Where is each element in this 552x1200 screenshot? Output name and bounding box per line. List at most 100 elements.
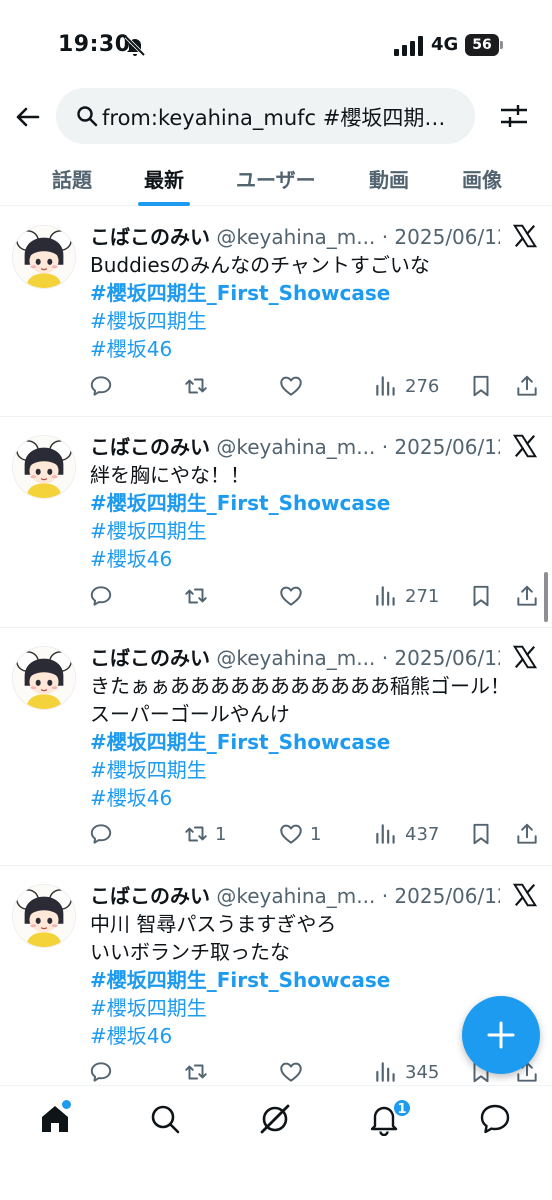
tweet-text: きたぁぁあああああああああああ稲熊ゴール！ スーパーゴールやんけ #櫻坂四期生_… bbox=[90, 672, 530, 812]
tweet-text: Buddiesのみんなのチャントすごいな #櫻坂四期生_First_Showca… bbox=[90, 251, 530, 363]
tweet-actions: 345 bbox=[0, 1057, 552, 1087]
retweet-button[interactable]: 1 bbox=[183, 819, 226, 849]
tweet-card[interactable]: こばこのみい @keyahina_m... · 2025/06/12 きたぁぁあ… bbox=[0, 628, 552, 866]
author-handle[interactable]: @keyahina_m... bbox=[216, 646, 375, 670]
retweet-button[interactable] bbox=[183, 581, 215, 611]
views-button[interactable]: 271 bbox=[373, 581, 439, 611]
like-icon bbox=[278, 821, 304, 847]
tab-latest[interactable]: 最新 bbox=[144, 164, 184, 193]
hashtag-link[interactable]: #櫻坂四期生_First_Showcase bbox=[90, 728, 530, 756]
tweet-date[interactable]: 2025/06/12 bbox=[394, 884, 500, 908]
avatar[interactable] bbox=[12, 884, 76, 948]
retweet-button[interactable] bbox=[183, 1057, 215, 1087]
share-icon bbox=[514, 583, 540, 609]
like-count: 1 bbox=[310, 823, 322, 845]
hashtag-link[interactable]: #櫻坂四期生 bbox=[90, 307, 530, 335]
author-name[interactable]: こばこのみい bbox=[90, 646, 210, 670]
views-icon bbox=[373, 583, 399, 609]
tab-images[interactable]: 画像 bbox=[462, 164, 502, 193]
views-button[interactable]: 276 bbox=[373, 371, 439, 401]
nav-explore[interactable] bbox=[148, 1102, 182, 1136]
hashtag-link[interactable]: #櫻坂四期生_First_Showcase bbox=[90, 279, 530, 307]
grok-icon bbox=[260, 1104, 290, 1134]
author-name[interactable]: こばこのみい bbox=[90, 435, 210, 459]
explore-icon bbox=[151, 1105, 180, 1134]
x-logo-icon bbox=[512, 644, 538, 670]
author-handle[interactable]: @keyahina_m... bbox=[216, 225, 375, 249]
compose-icon bbox=[487, 1021, 515, 1049]
tweet-header: こばこのみい @keyahina_m... · 2025/06/12 bbox=[90, 880, 500, 908]
search-query: from:keyahina_mufc #櫻坂四期… bbox=[102, 106, 446, 130]
reply-button[interactable] bbox=[88, 371, 120, 401]
bookmark-button[interactable] bbox=[468, 581, 494, 611]
like-button[interactable]: 1 bbox=[278, 819, 321, 849]
hashtag-link[interactable]: #櫻坂四期生_First_Showcase bbox=[90, 966, 530, 994]
hashtag-link[interactable]: #櫻坂四期生_First_Showcase bbox=[90, 489, 530, 517]
author-name[interactable]: こばこのみい bbox=[90, 225, 210, 249]
tab-top[interactable]: 話題 bbox=[52, 164, 92, 193]
separator-dot: · bbox=[381, 435, 389, 459]
retweet-button[interactable] bbox=[183, 371, 215, 401]
back-arrow-icon[interactable] bbox=[12, 101, 44, 133]
views-button[interactable]: 345 bbox=[373, 1057, 439, 1087]
like-button[interactable] bbox=[278, 371, 310, 401]
home-unread-dot bbox=[62, 1100, 71, 1109]
views-button[interactable]: 437 bbox=[373, 819, 439, 849]
avatar[interactable] bbox=[12, 646, 76, 710]
share-icon bbox=[514, 373, 540, 399]
view-count: 437 bbox=[405, 823, 440, 845]
share-button[interactable] bbox=[514, 819, 540, 849]
hashtag-link[interactable]: #櫻坂46 bbox=[90, 784, 530, 812]
tweet-card[interactable]: こばこのみい @keyahina_m... · 2025/06/12 絆を胸にや… bbox=[0, 417, 552, 628]
messages-icon bbox=[480, 1104, 510, 1134]
nav-grok[interactable] bbox=[258, 1102, 292, 1136]
tweet-date[interactable]: 2025/06/12 bbox=[394, 225, 500, 249]
tweet-line: 絆を胸にやな！！ bbox=[90, 463, 250, 487]
scrollbar[interactable] bbox=[544, 572, 548, 622]
notification-badge: 1 bbox=[392, 1098, 412, 1118]
reply-button[interactable] bbox=[88, 581, 120, 611]
reply-icon bbox=[88, 373, 114, 399]
hashtag-link[interactable]: #櫻坂46 bbox=[90, 545, 530, 573]
avatar[interactable] bbox=[12, 225, 76, 289]
hashtag-link[interactable]: #櫻坂四期生 bbox=[90, 994, 530, 1022]
tweet-line: きたぁぁあああああああああああ稲熊ゴール！ bbox=[90, 674, 510, 698]
tab-people[interactable]: ユーザー bbox=[236, 164, 316, 193]
hashtag-link[interactable]: #櫻坂四期生 bbox=[90, 756, 530, 784]
hashtag-link[interactable]: #櫻坂四期生 bbox=[90, 517, 530, 545]
avatar[interactable] bbox=[12, 435, 76, 499]
reply-button[interactable] bbox=[88, 1057, 120, 1087]
status-bar: 19:30 4G 56 bbox=[0, 0, 552, 88]
reply-button[interactable] bbox=[88, 819, 120, 849]
share-button[interactable] bbox=[514, 371, 540, 401]
author-handle[interactable]: @keyahina_m... bbox=[216, 435, 375, 459]
tab-videos[interactable]: 動画 bbox=[369, 164, 409, 193]
search-input[interactable]: from:keyahina_mufc #櫻坂四期… bbox=[56, 88, 475, 144]
share-icon bbox=[514, 821, 540, 847]
tweet-text: 絆を胸にやな！！ #櫻坂四期生_First_Showcase #櫻坂四期生 #櫻… bbox=[90, 461, 530, 573]
battery-indicator: 56 bbox=[465, 34, 503, 56]
view-count: 276 bbox=[405, 375, 440, 397]
retweet-icon bbox=[183, 821, 209, 847]
tweet-card[interactable]: こばこのみい @keyahina_m... · 2025/06/12 Buddi… bbox=[0, 207, 552, 417]
tweet-date[interactable]: 2025/06/12 bbox=[394, 435, 500, 459]
bookmark-button[interactable] bbox=[468, 371, 494, 401]
author-name[interactable]: こばこのみい bbox=[90, 884, 210, 908]
like-button[interactable] bbox=[278, 581, 310, 611]
bookmark-button[interactable] bbox=[468, 819, 494, 849]
tweet-header: こばこのみい @keyahina_m... · 2025/06/12 bbox=[90, 221, 500, 249]
compose-button[interactable] bbox=[462, 996, 540, 1074]
filter-icon[interactable] bbox=[498, 100, 530, 132]
hashtag-link[interactable]: #櫻坂46 bbox=[90, 335, 530, 363]
battery-cap bbox=[500, 41, 503, 49]
like-icon bbox=[278, 373, 304, 399]
retweet-icon bbox=[183, 583, 209, 609]
author-handle[interactable]: @keyahina_m... bbox=[216, 884, 375, 908]
signal-icon bbox=[394, 36, 423, 56]
like-button[interactable] bbox=[278, 1057, 310, 1087]
bottom-nav: 1 bbox=[0, 1085, 552, 1200]
reply-icon bbox=[88, 1059, 114, 1085]
tweet-date[interactable]: 2025/06/12 bbox=[394, 646, 500, 670]
share-button[interactable] bbox=[514, 581, 540, 611]
nav-messages[interactable] bbox=[478, 1102, 512, 1136]
